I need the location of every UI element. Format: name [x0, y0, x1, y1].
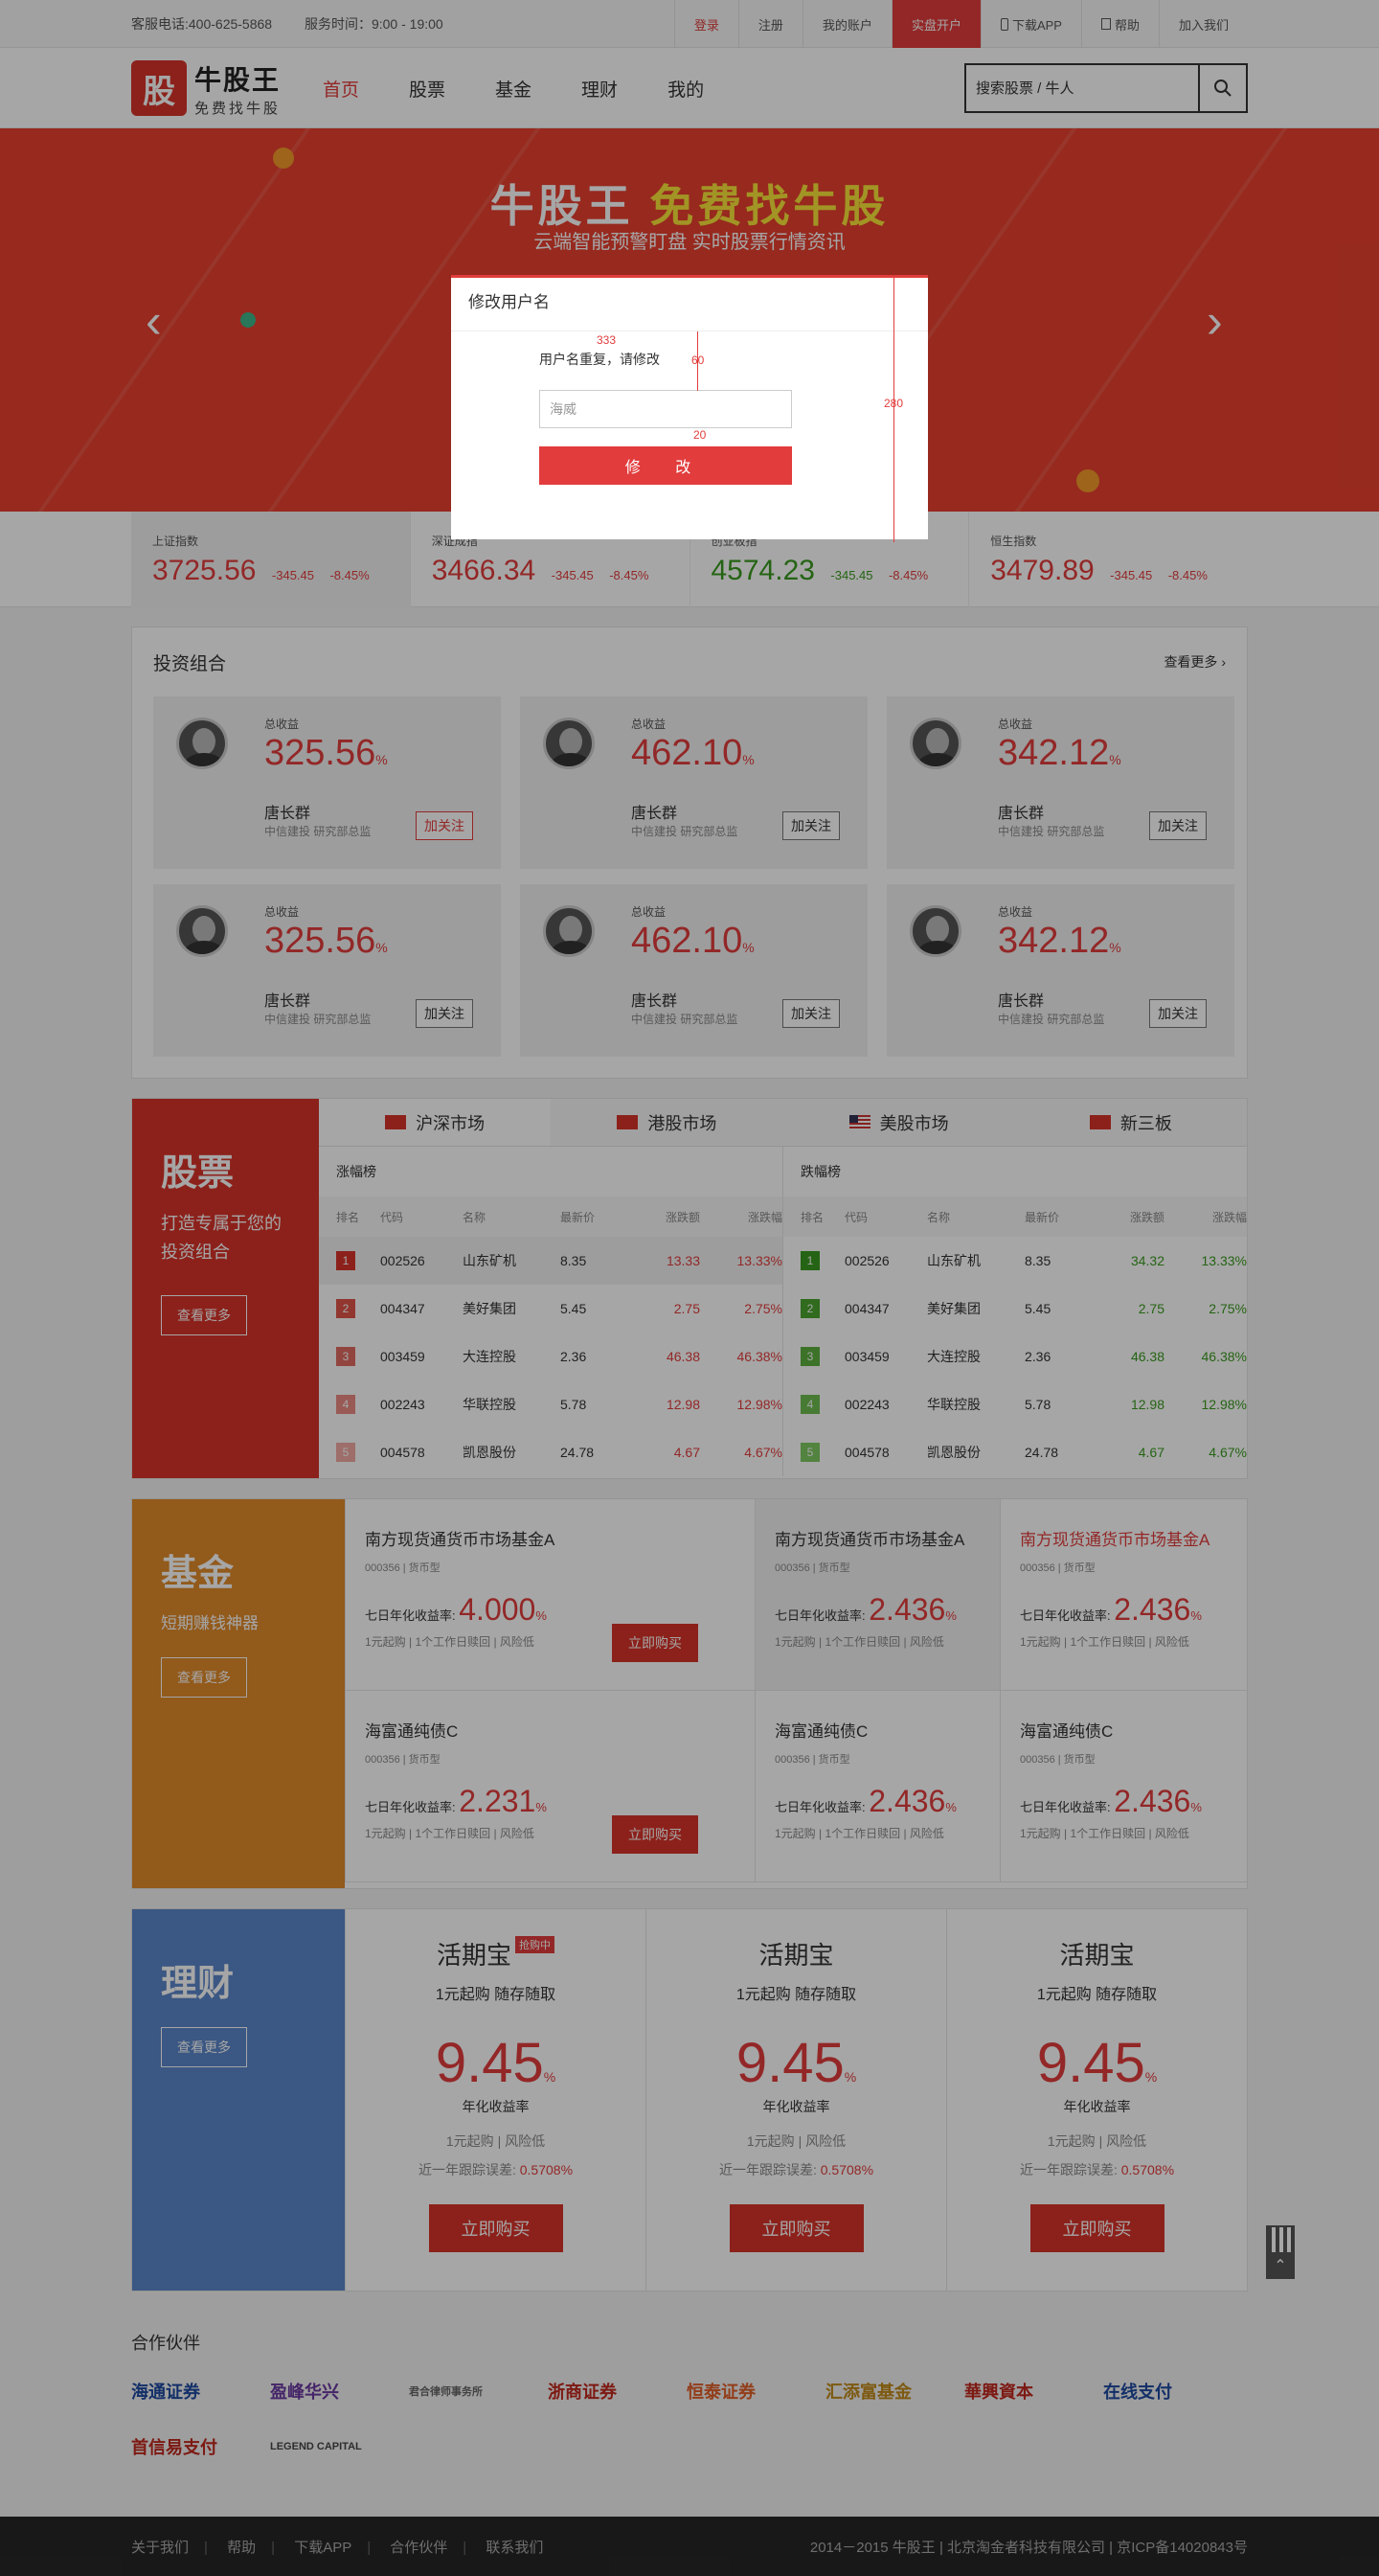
rename-submit-button[interactable]: 修 改 [539, 446, 792, 485]
rename-dialog: 修改用户名 用户名重复，请修改 修 改 333 60 20 280 [451, 275, 928, 542]
annotation-line [893, 278, 894, 542]
dialog-title: 修改用户名 [451, 278, 928, 331]
username-input[interactable] [539, 390, 792, 428]
annotation-line [697, 331, 698, 391]
annotation-label: 333 [597, 333, 617, 347]
dialog-message: 用户名重复，请修改 [539, 352, 660, 367]
annotation-label: 20 [693, 428, 707, 442]
